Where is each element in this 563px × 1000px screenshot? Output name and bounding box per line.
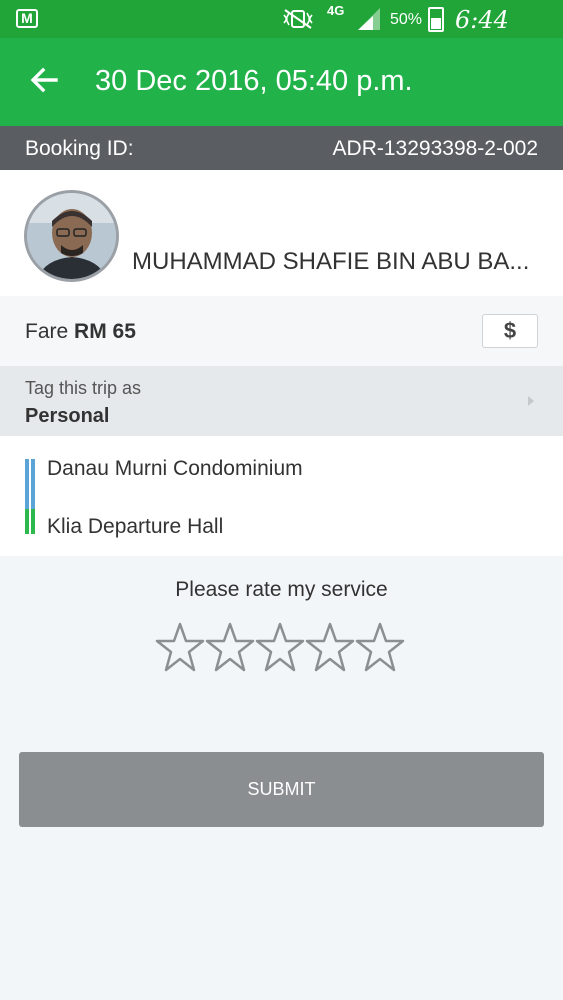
- battery-percent: 50%: [390, 11, 423, 28]
- pickup-marker-inner: [31, 459, 35, 509]
- battery-icon: [428, 7, 444, 32]
- route-section: Danau Murni Condominium Klia Departure H…: [0, 436, 563, 556]
- gmail-icon: M: [16, 9, 38, 28]
- dropoff-marker-inner: [31, 509, 35, 534]
- vibrate-mute-icon: [283, 9, 313, 29]
- tag-trip-label: Tag this trip as: [25, 378, 142, 398]
- fare-amount: RM 65: [74, 320, 136, 343]
- booking-id-value: ADR-13293398-2-002: [332, 137, 538, 160]
- fare-details-button[interactable]: $: [482, 314, 538, 348]
- star-icon-1[interactable]: [155, 622, 205, 674]
- fare-row: Fare RM 65 $: [0, 296, 563, 366]
- star-icon-3[interactable]: [255, 622, 305, 674]
- dropoff-marker: [25, 509, 29, 534]
- tag-trip-row[interactable]: Tag this trip as Personal: [0, 366, 563, 436]
- page-title: 30 Dec 2016, 05:40 p.m.: [95, 65, 413, 97]
- star-icon-5[interactable]: [355, 622, 405, 674]
- fare-text: Fare RM 65: [25, 320, 136, 344]
- pickup-location: Danau Murni Condominium: [47, 457, 303, 480]
- star-icon-2[interactable]: [205, 622, 255, 674]
- dropoff-location: Klia Departure Hall: [47, 515, 224, 538]
- tag-trip-value: Personal: [25, 405, 110, 427]
- status-bar: M 4G 50% 6:44 p.m.: [0, 0, 563, 62]
- submit-button[interactable]: SUBMIT: [19, 752, 544, 827]
- booking-id-bar: Booking ID: ADR-13293398-2-002: [0, 126, 563, 170]
- app-bar: 30 Dec 2016, 05:40 p.m.: [0, 38, 563, 126]
- star-rating: [155, 622, 407, 676]
- chevron-right-icon: [528, 396, 534, 406]
- booking-id-label: Booking ID:: [25, 137, 134, 160]
- arrow-left-icon[interactable]: [26, 62, 62, 98]
- gmail-letter: M: [21, 10, 33, 26]
- fare-label: Fare: [25, 320, 69, 343]
- network-type: 4G: [327, 3, 345, 18]
- star-icon-4[interactable]: [305, 622, 355, 674]
- driver-avatar: [24, 190, 119, 282]
- rating-prompt: Please rate my service: [175, 578, 388, 601]
- driver-card: MUHAMMAD SHAFIE BIN ABU BA...: [0, 170, 563, 296]
- pickup-marker: [25, 459, 29, 509]
- driver-name: MUHAMMAD SHAFIE BIN ABU BA...: [132, 248, 530, 275]
- signal-icon: [358, 8, 380, 30]
